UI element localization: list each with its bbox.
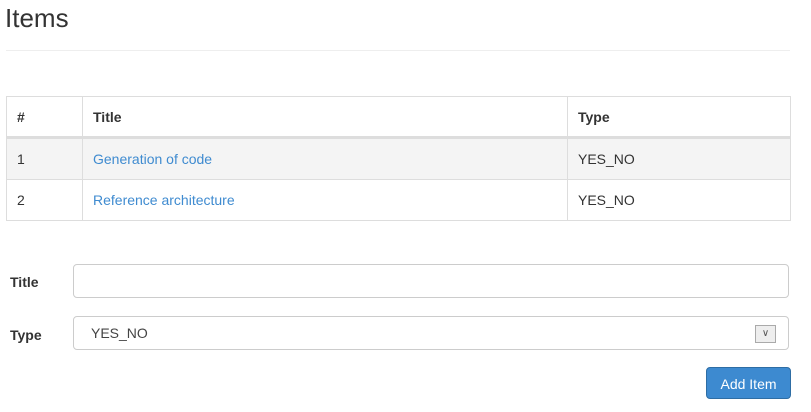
- type-select[interactable]: YES_NO ∨: [73, 316, 789, 350]
- row-type: YES_NO: [567, 137, 791, 180]
- title-label: Title: [10, 274, 39, 290]
- row-id: 1: [6, 137, 83, 180]
- header-type: Type: [567, 96, 791, 139]
- divider: [6, 50, 790, 51]
- items-table: # Title Type 1 Generation of code YES_NO…: [6, 96, 791, 221]
- table-header: # Title Type: [6, 96, 791, 139]
- title-input[interactable]: [73, 264, 789, 298]
- type-label: Type: [10, 327, 42, 343]
- header-title: Title: [82, 96, 568, 139]
- page-title: Items: [5, 3, 69, 33]
- row-id: 2: [6, 179, 83, 221]
- item-title-link[interactable]: Reference architecture: [93, 192, 235, 208]
- add-item-button[interactable]: Add Item: [706, 367, 791, 399]
- type-selected-value: YES_NO: [91, 325, 148, 341]
- row-type: YES_NO: [567, 179, 791, 221]
- chevron-down-icon[interactable]: ∨: [755, 325, 776, 343]
- header-id: #: [6, 96, 83, 139]
- table-row: 1 Generation of code YES_NO: [6, 137, 791, 180]
- item-title-link[interactable]: Generation of code: [93, 151, 212, 167]
- table-row: 2 Reference architecture YES_NO: [6, 179, 791, 221]
